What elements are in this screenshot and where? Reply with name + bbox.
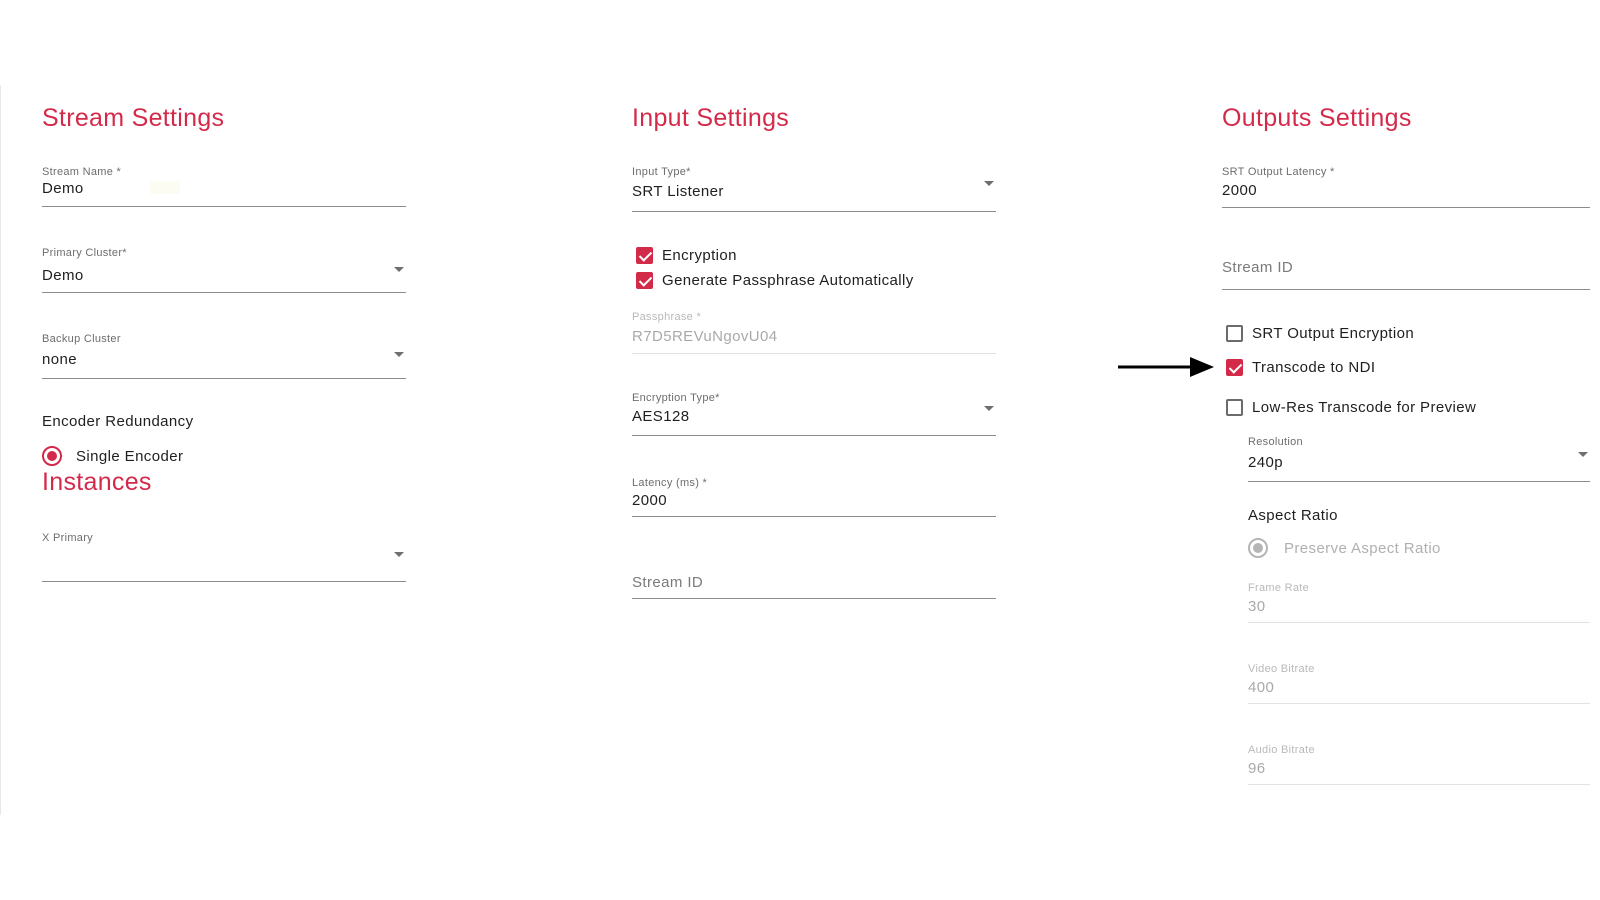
- low-res-transcode-checkbox[interactable]: Low-Res Transcode for Preview: [1226, 397, 1476, 417]
- encryption-checkbox[interactable]: Encryption: [636, 245, 737, 265]
- chevron-down-icon: [1578, 452, 1588, 457]
- resolution-select[interactable]: Resolution 240p: [1248, 431, 1590, 482]
- input-type-label: Input Type*: [632, 166, 691, 178]
- primary-cluster-label: Primary Cluster*: [42, 247, 127, 259]
- single-encoder-label: Single Encoder: [76, 447, 184, 465]
- input-settings-title: Input Settings: [632, 104, 790, 132]
- chevron-down-icon: [394, 552, 404, 557]
- latency-field[interactable]: Latency (ms) * 2000: [632, 469, 996, 517]
- srt-output-latency-label: SRT Output Latency *: [1222, 166, 1335, 178]
- backup-cluster-value: none: [42, 351, 77, 368]
- primary-cluster-value: Demo: [42, 267, 84, 284]
- output-stream-id-field[interactable]: Stream ID: [1222, 245, 1590, 290]
- stream-settings-title: Stream Settings: [42, 104, 225, 132]
- stream-settings-column: Stream Settings Stream Name * Demo Prima…: [42, 0, 406, 900]
- srt-output-encryption-checkbox[interactable]: SRT Output Encryption: [1226, 323, 1414, 343]
- srt-output-encryption-label: SRT Output Encryption: [1252, 324, 1415, 342]
- chevron-down-icon: [394, 352, 404, 357]
- resolution-label: Resolution: [1248, 436, 1303, 448]
- encryption-type-select[interactable]: Encryption Type* AES128: [632, 385, 996, 436]
- latency-value: 2000: [632, 492, 667, 509]
- generate-passphrase-label: Generate Passphrase Automatically: [662, 271, 914, 289]
- checkbox-unchecked-icon: [1226, 398, 1243, 416]
- output-stream-id-placeholder: Stream ID: [1222, 259, 1294, 276]
- frame-rate-label: Frame Rate: [1248, 582, 1310, 594]
- audio-bitrate-value: 96: [1248, 760, 1266, 777]
- video-bitrate-field: Video Bitrate 400: [1248, 657, 1590, 704]
- aspect-ratio-label: Aspect Ratio: [1248, 507, 1338, 524]
- radio-selected-icon: [1248, 538, 1268, 558]
- generate-passphrase-checkbox[interactable]: Generate Passphrase Automatically: [636, 270, 914, 290]
- chevron-down-icon: [394, 267, 404, 272]
- preserve-aspect-ratio-label: Preserve Aspect Ratio: [1284, 539, 1441, 557]
- chevron-down-icon: [984, 406, 994, 411]
- passphrase-label: Passphrase *: [632, 311, 702, 323]
- stream-name-field[interactable]: Stream Name * Demo: [42, 160, 406, 207]
- input-stream-id-placeholder: Stream ID: [632, 574, 704, 591]
- frame-rate-field: Frame Rate 30: [1248, 576, 1590, 623]
- checkbox-checked-icon: [636, 271, 653, 289]
- input-type-value: SRT Listener: [632, 183, 724, 200]
- backup-cluster-label: Backup Cluster: [42, 333, 121, 345]
- stream-name-value: Demo: [42, 180, 84, 197]
- transcode-to-ndi-checkbox[interactable]: Transcode to NDI: [1226, 357, 1375, 377]
- passphrase-value: R7D5REVuNgovU04: [632, 328, 778, 345]
- input-type-select[interactable]: Input Type* SRT Listener: [632, 160, 996, 212]
- outputs-settings-column: Outputs Settings SRT Output Latency * 20…: [1222, 0, 1590, 900]
- srt-output-latency-value: 2000: [1222, 182, 1257, 199]
- checkbox-unchecked-icon: [1226, 324, 1243, 342]
- latency-label: Latency (ms) *: [632, 477, 708, 489]
- checkbox-checked-icon: [636, 246, 653, 264]
- arrow-right-icon: [1118, 357, 1214, 377]
- single-encoder-radio[interactable]: Single Encoder: [42, 445, 183, 467]
- stream-name-label: Stream Name *: [42, 166, 122, 178]
- primary-cluster-select[interactable]: Primary Cluster* Demo: [42, 240, 406, 293]
- instances-title: Instances: [42, 468, 152, 496]
- x-primary-label: X Primary: [42, 532, 93, 544]
- frame-rate-value: 30: [1248, 598, 1266, 615]
- input-stream-id-field[interactable]: Stream ID: [632, 555, 996, 599]
- video-bitrate-label: Video Bitrate: [1248, 663, 1315, 675]
- chevron-down-icon: [984, 181, 994, 186]
- video-bitrate-value: 400: [1248, 679, 1275, 696]
- encryption-type-label: Encryption Type*: [632, 392, 720, 404]
- radio-selected-icon: [42, 446, 62, 466]
- encryption-type-value: AES128: [632, 408, 690, 425]
- encoder-redundancy-label: Encoder Redundancy: [42, 413, 194, 430]
- preserve-aspect-ratio-radio: Preserve Aspect Ratio: [1248, 537, 1441, 559]
- backup-cluster-select[interactable]: Backup Cluster none: [42, 327, 406, 379]
- passphrase-field: Passphrase * R7D5REVuNgovU04: [632, 304, 996, 354]
- input-settings-column: Input Settings Input Type* SRT Listener …: [632, 0, 996, 900]
- checkbox-checked-icon: [1226, 358, 1243, 376]
- outputs-settings-title: Outputs Settings: [1222, 104, 1412, 132]
- x-primary-select[interactable]: X Primary: [42, 526, 406, 582]
- audio-bitrate-label: Audio Bitrate: [1248, 744, 1315, 756]
- resolution-value: 240p: [1248, 454, 1283, 471]
- low-res-transcode-label: Low-Res Transcode for Preview: [1252, 398, 1477, 416]
- srt-output-latency-field[interactable]: SRT Output Latency * 2000: [1222, 160, 1590, 208]
- audio-bitrate-field: Audio Bitrate 96: [1248, 738, 1590, 785]
- encryption-label: Encryption: [662, 246, 737, 264]
- page-left-rule: [0, 85, 1, 815]
- transcode-to-ndi-label: Transcode to NDI: [1252, 358, 1376, 376]
